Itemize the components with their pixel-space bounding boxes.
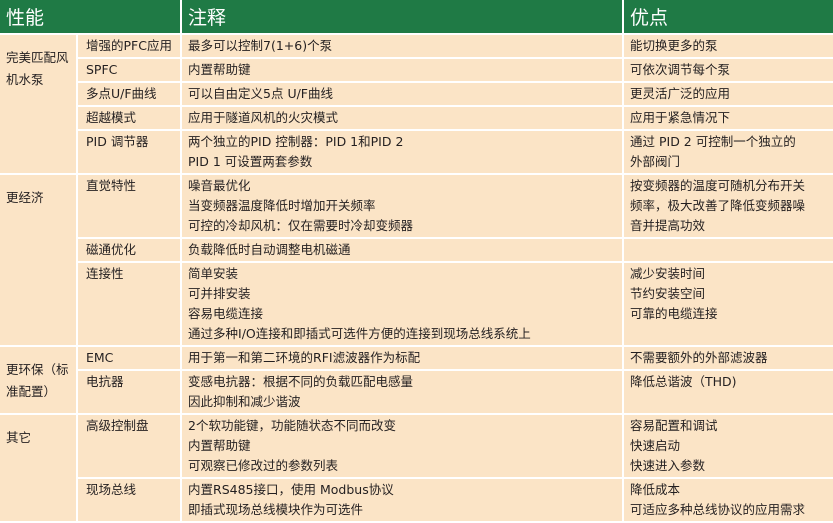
benefits-cell: 按变频器的温度可随机分布开关 频率，极大改善了降低变频器噪 音并提高功效	[624, 175, 833, 239]
table-row: 超越模式 应用于隧道风机的火灾模式 应用于紧急情况下	[0, 107, 833, 131]
notes-cell-line: 可并排安装	[188, 286, 251, 301]
feature-cell: PID 调节器	[78, 131, 183, 175]
notes-cell-line: 内置帮助键	[188, 62, 251, 77]
notes-cell: 可以自由定义5点 U/F曲线	[182, 83, 625, 107]
benefits-cell: 能切换更多的泵	[624, 35, 833, 59]
benefits-cell-line: 可靠的电缆连接	[630, 306, 718, 321]
notes-cell-line: 通过多种I/O连接和即插式可选件方便的连接到现场总线系统上	[188, 326, 531, 341]
feature-cell: 多点U/F曲线	[78, 83, 183, 107]
notes-cell-line: 内置帮助键	[188, 438, 251, 453]
notes-cell: 应用于隧道风机的火灾模式	[182, 107, 625, 131]
benefits-cell: 容易配置和调试 快速启动快速进入参数	[624, 415, 833, 479]
benefits-cell: 应用于紧急情况下	[624, 107, 833, 131]
notes-cell-line: 简单安装	[188, 266, 239, 281]
benefits-cell-line: 频率，极大改善了降低变频器噪	[630, 198, 806, 213]
feature-cell: 磁通优化	[78, 239, 183, 263]
table-row: PID 调节器 两个独立的PID 控制器：PID 1和PID 2 PID 1 可设置…	[0, 131, 833, 175]
table-row: 连接性 简单安装可并排安装容易电缆连接通过多种I/O连接和即插式可选件方便的连接到…	[0, 263, 833, 347]
header-notes: 注释	[182, 0, 625, 35]
feature-cell: 电抗器	[78, 371, 183, 415]
benefits-cell-line: 减少安装时间	[630, 266, 706, 281]
notes-cell-line: 因此抑制和减少谐波	[188, 394, 301, 409]
notes-cell-line: 变感电抗器：根据不同的负载匹配电感量	[188, 374, 414, 389]
notes-cell-line: 噪音最优化	[188, 178, 251, 193]
table-row: 多点U/F曲线 可以自由定义5点 U/F曲线 更灵活广泛的应用	[0, 83, 833, 107]
header-row: 性能 注释 优点	[0, 0, 833, 35]
feature-cell: 增强的PFC应用	[78, 35, 183, 59]
benefits-cell-line: 音并提高功效	[630, 218, 706, 233]
notes-cell: 负载降低时自动调整电机磁通	[182, 239, 625, 263]
feature-cell: 连接性	[78, 263, 183, 347]
notes-cell-line: 负载降低时自动调整电机磁通	[188, 242, 351, 257]
feature-cell: SPFC	[78, 59, 183, 83]
header-benefits: 优点	[624, 0, 833, 35]
benefits-cell: 减少安装时间 节约安装空间 可靠的电缆连接	[624, 263, 833, 347]
benefits-cell-line: 快速进入参数	[630, 458, 706, 473]
table-row: 更经济 直觉特性 噪音最优化当变频器温度降低时增加开关频率可控的冷却风机：仅在需要时…	[0, 175, 833, 347]
benefits-cell-line: 降低总谐波（THD)	[630, 374, 737, 389]
benefits-cell-line: 外部阀门	[630, 154, 681, 169]
benefits-cell-line: 快速启动	[630, 438, 681, 453]
notes-cell-line: 2个软功能键，功能随状态不同而改变	[188, 418, 396, 433]
table-row: 其它 高级控制盘 2个软功能键，功能随状态不同而改变 内置帮助键 可观察已修改过的参数列…	[0, 415, 833, 523]
features-table: 性能 注释 优点 完美匹配风机水泵 增强的PFC应用 最多可以控制7(1+6)个泵 能…	[0, 0, 833, 523]
benefits-cell-line: 节约安装空间	[630, 286, 706, 301]
notes-cell-line: 可观察已修改过的参数列表	[188, 458, 339, 473]
notes-cell: 变感电抗器：根据不同的负载匹配电感量 因此抑制和减少谐波	[182, 371, 625, 415]
table-row: 磁通优化 负载降低时自动调整电机磁通	[0, 239, 833, 263]
table-body: 完美匹配风机水泵 增强的PFC应用 最多可以控制7(1+6)个泵 能切换更多的泵 SPF…	[0, 35, 833, 523]
notes-cell-line: 可以自由定义5点 U/F曲线	[188, 86, 333, 101]
feature-cell: 高级控制盘	[78, 415, 183, 479]
notes-cell: 最多可以控制7(1+6)个泵	[182, 35, 625, 59]
notes-cell-line: 最多可以控制7(1+6)个泵	[188, 38, 333, 53]
benefits-cell: 通过 PID 2 可控制一个独立的 外部阀门	[624, 131, 833, 175]
benefits-cell-line: 应用于紧急情况下	[630, 110, 731, 125]
category-cell: 完美匹配风机水泵	[0, 35, 78, 175]
benefits-cell-line: 更灵活广泛的应用	[630, 86, 731, 101]
notes-cell-line: 用于第一和第二环境的RFI滤波器作为标配	[188, 350, 421, 365]
benefits-cell-line: 降低成本	[630, 482, 681, 497]
notes-cell-line: 可控的冷却风机：仅在需要时冷却变频器	[188, 218, 414, 233]
table-row: 更环保（标准配置） EMC 用于第一和第二环境的RFI滤波器作为标配 不需要额外的外部…	[0, 347, 833, 415]
notes-cell: 内置RS485接口，使用 Modbus协议 即插式现场总线模块作为可选件	[182, 479, 625, 523]
benefits-cell-line: 不需要额外的外部滤波器	[630, 350, 768, 365]
feature-cell: 现场总线	[78, 479, 183, 523]
notes-cell: 噪音最优化当变频器温度降低时增加开关频率可控的冷却风机：仅在需要时冷却变频器	[182, 175, 625, 239]
notes-cell-line: PID 1 可设置两套参数	[188, 154, 313, 169]
notes-cell: 2个软功能键，功能随状态不同而改变 内置帮助键可观察已修改过的参数列表	[182, 415, 625, 479]
benefits-cell: 更灵活广泛的应用	[624, 83, 833, 107]
benefits-cell	[624, 239, 833, 263]
benefits-cell-line: 按变频器的温度可随机分布开关	[630, 178, 806, 193]
header-performance: 性能	[0, 0, 183, 35]
notes-cell: 简单安装可并排安装容易电缆连接通过多种I/O连接和即插式可选件方便的连接到现场总…	[182, 263, 625, 347]
notes-cell: 用于第一和第二环境的RFI滤波器作为标配	[182, 347, 625, 371]
category-cell: 其它	[0, 415, 78, 523]
benefits-cell: 降低总谐波（THD)	[624, 371, 833, 415]
feature-cell: 直觉特性	[78, 175, 183, 239]
table-row: 完美匹配风机水泵 增强的PFC应用 最多可以控制7(1+6)个泵 能切换更多的泵	[0, 35, 833, 175]
benefits-cell-line: 通过 PID 2 可控制一个独立的	[630, 134, 796, 149]
feature-cell: 超越模式	[78, 107, 183, 131]
benefits-cell-line: 容易配置和调试	[630, 418, 718, 433]
notes-cell-line: 两个独立的PID 控制器：PID 1和PID 2	[188, 134, 404, 149]
notes-cell-line: 应用于隧道风机的火灾模式	[188, 110, 339, 125]
benefits-cell: 可依次调节每个泵	[624, 59, 833, 83]
notes-cell-line: 容易电缆连接	[188, 306, 264, 321]
feature-cell: EMC	[78, 347, 183, 371]
category-cell: 更经济	[0, 175, 78, 347]
benefits-cell-line: 可适应多种总线协议的应用需求	[630, 502, 806, 517]
notes-cell: 内置帮助键	[182, 59, 625, 83]
table-row: 电抗器 变感电抗器：根据不同的负载匹配电感量 因此抑制和减少谐波 降低总谐波（THD)	[0, 371, 833, 415]
notes-cell: 两个独立的PID 控制器：PID 1和PID 2 PID 1 可设置两套参数	[182, 131, 625, 175]
table-row: SPFC 内置帮助键 可依次调节每个泵	[0, 59, 833, 83]
notes-cell-line: 当变频器温度降低时增加开关频率	[188, 198, 376, 213]
table-row: 现场总线 内置RS485接口，使用 Modbus协议 即插式现场总线模块作为可选件降…	[0, 479, 833, 523]
category-cell: 更环保（标准配置）	[0, 347, 78, 415]
benefits-cell: 不需要额外的外部滤波器	[624, 347, 833, 371]
benefits-cell-line: 能切换更多的泵	[630, 38, 718, 53]
notes-cell-line: 内置RS485接口，使用 Modbus协议	[188, 482, 394, 497]
notes-cell-line: 即插式现场总线模块作为可选件	[188, 502, 364, 517]
benefits-cell: 降低成本可适应多种总线协议的应用需求	[624, 479, 833, 523]
benefits-cell-line: 可依次调节每个泵	[630, 62, 731, 77]
